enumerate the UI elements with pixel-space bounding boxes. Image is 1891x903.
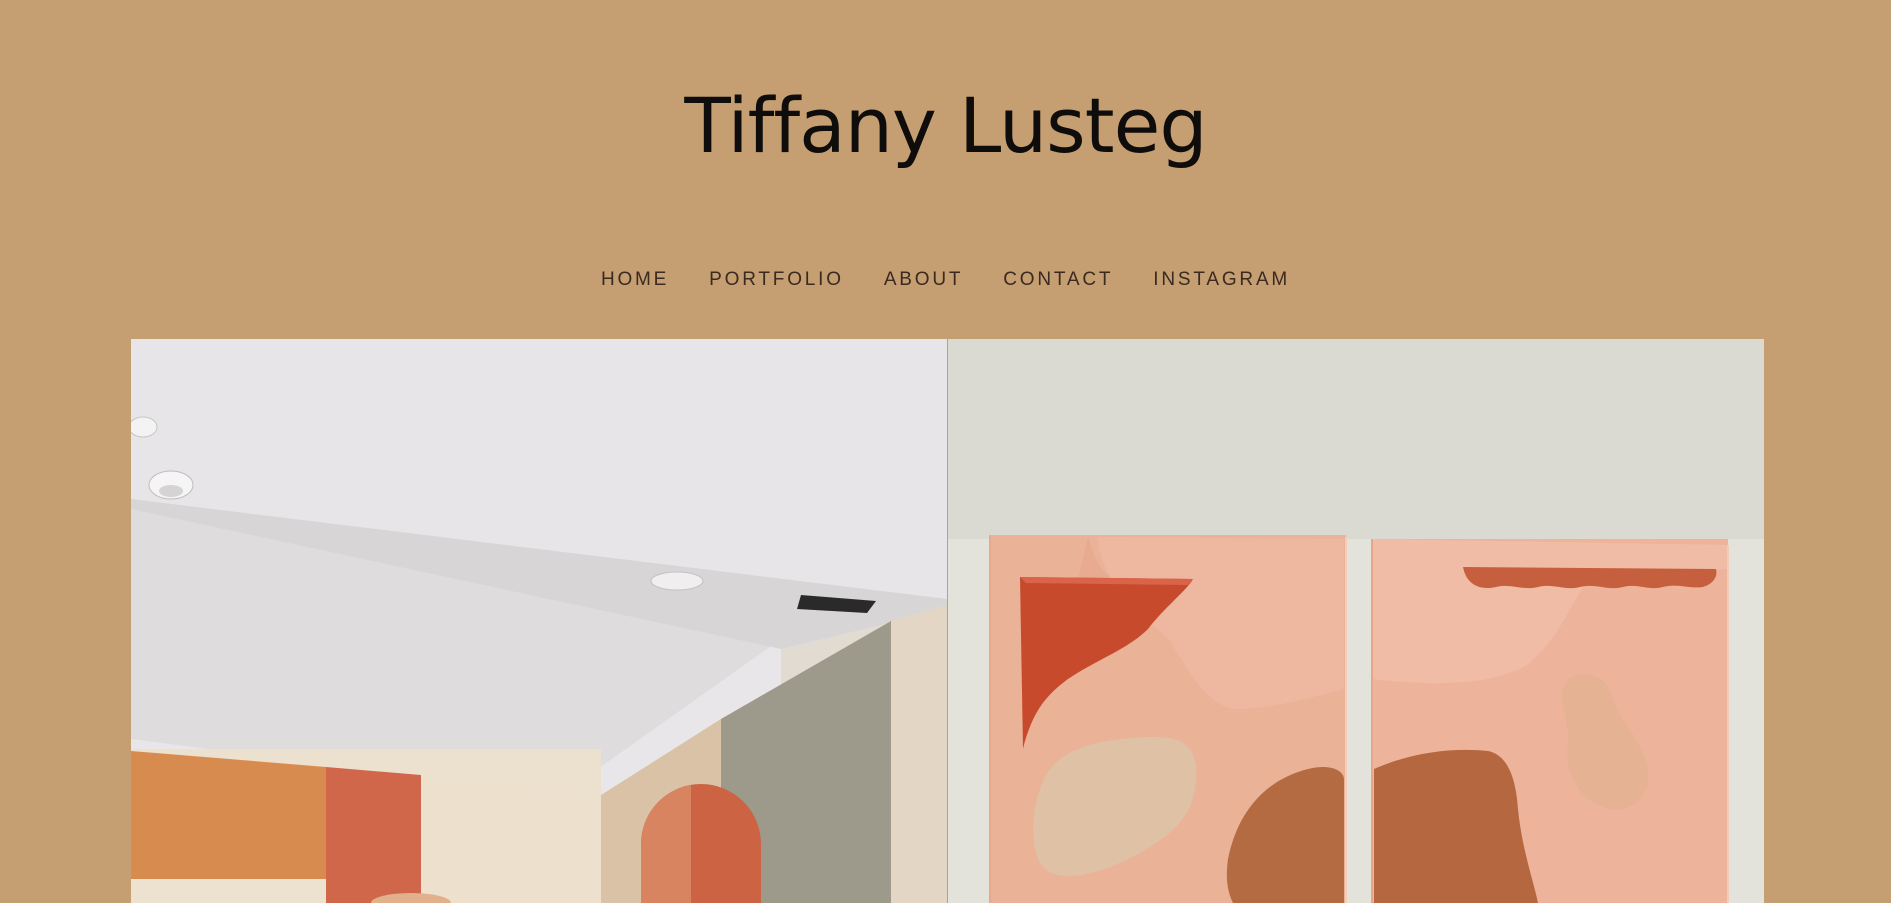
gallery-image-relief-art[interactable] xyxy=(948,339,1764,903)
gallery-image-mural-room[interactable] xyxy=(131,339,947,903)
nav-item-instagram[interactable]: INSTAGRAM xyxy=(1133,266,1310,294)
nav-item-about[interactable]: ABOUT xyxy=(864,266,983,294)
main-nav: HOME PORTFOLIO ABOUT CONTACT INSTAGRAM xyxy=(0,266,1891,294)
gallery-grid xyxy=(131,339,1764,903)
nav-item-contact[interactable]: CONTACT xyxy=(983,266,1133,294)
mural-room-image xyxy=(131,339,947,903)
site-title[interactable]: Tiffany Lusteg xyxy=(0,78,1891,174)
nav-item-portfolio[interactable]: PORTFOLIO xyxy=(689,266,864,294)
nav-item-home[interactable]: HOME xyxy=(581,266,689,294)
relief-art-image xyxy=(948,339,1764,903)
